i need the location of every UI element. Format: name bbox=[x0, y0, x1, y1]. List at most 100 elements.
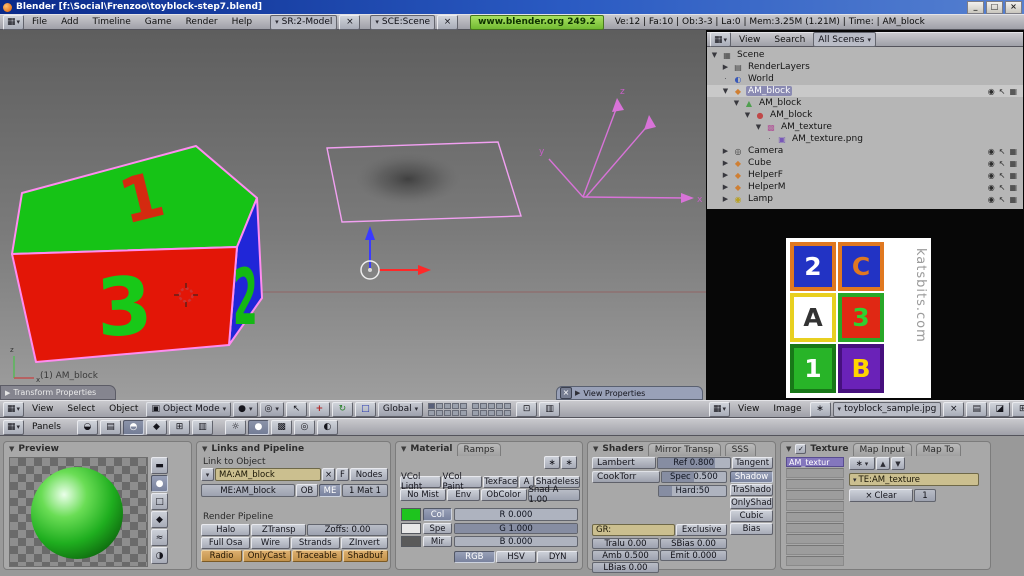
outliner-item-am-block[interactable]: ▼◆AM_block◉↖▦ bbox=[707, 85, 1023, 97]
spe-toggle[interactable]: Spe bbox=[423, 523, 452, 534]
layer-button[interactable] bbox=[496, 403, 503, 409]
lock-button[interactable]: ⊡ bbox=[516, 402, 537, 417]
amb-field[interactable]: Amb 0.500 bbox=[592, 550, 659, 561]
expand-arrow-icon[interactable]: ▶ bbox=[5, 389, 10, 397]
collapse-arrow-icon[interactable]: ▼ bbox=[732, 99, 741, 107]
material-buttons-button[interactable]: ● bbox=[248, 420, 269, 435]
collapse-arrow-icon[interactable]: ▼ bbox=[202, 445, 207, 453]
env-toggle[interactable]: Env bbox=[447, 489, 480, 501]
outliner-item-am-block[interactable]: ▼●AM_block bbox=[707, 109, 1023, 121]
lamp-buttons-button[interactable]: ☼ bbox=[225, 420, 246, 435]
layer-button[interactable] bbox=[444, 403, 451, 409]
menu-image[interactable]: Image bbox=[767, 404, 807, 414]
pack-image-button[interactable]: ▤ bbox=[966, 402, 987, 417]
manipulator-rotate-button[interactable]: ↻ bbox=[332, 402, 353, 417]
shading-context-button[interactable]: ◓ bbox=[123, 420, 144, 435]
layer-button[interactable] bbox=[444, 410, 451, 416]
halo-toggle[interactable]: Halo bbox=[201, 524, 250, 536]
shadow-toggle[interactable]: Shadow bbox=[730, 471, 773, 483]
r-slider[interactable]: R 0.000 bbox=[454, 508, 578, 521]
scene-selector[interactable]: ▾SCE:Scene bbox=[370, 15, 435, 30]
preview-cube-button[interactable]: □ bbox=[151, 493, 168, 510]
texture-channel-empty[interactable] bbox=[786, 501, 844, 511]
ztransp-toggle[interactable]: ZTransp bbox=[251, 524, 306, 536]
layer-button[interactable] bbox=[436, 410, 443, 416]
expand-arrow-icon[interactable]: ▶ bbox=[721, 195, 730, 203]
outliner-item-helperm[interactable]: ▶◆HelperM◉↖▦ bbox=[707, 181, 1023, 193]
rgb-toggle[interactable]: RGB bbox=[454, 551, 495, 563]
blender-version-button[interactable]: www.blender.org 249.2 bbox=[470, 15, 604, 30]
trashado-toggle[interactable]: TraShado bbox=[730, 484, 773, 496]
scene-unlink-button[interactable]: × bbox=[437, 15, 458, 30]
selectability-icon[interactable]: ↖ bbox=[999, 183, 1006, 192]
shadbuf-toggle[interactable]: Shadbuf bbox=[343, 550, 388, 562]
outliner-item-am-texture[interactable]: ▼▩AM_texture bbox=[707, 121, 1023, 133]
paste-material-button[interactable]: ∗ bbox=[561, 456, 577, 469]
empty-helper-object[interactable] bbox=[549, 104, 688, 198]
renderability-icon[interactable]: ▦ bbox=[1009, 159, 1017, 168]
close-icon[interactable]: × bbox=[560, 387, 572, 399]
ob-button[interactable]: OB bbox=[296, 484, 318, 497]
outliner-item-label[interactable]: Cube bbox=[746, 158, 773, 168]
texture-user-count[interactable]: 1 bbox=[914, 489, 936, 502]
zoffs-field[interactable]: Zoffs: 0.00 bbox=[307, 524, 388, 536]
outliner-scope-dropdown[interactable]: All Scenes▾ bbox=[813, 32, 876, 47]
editor-type-button[interactable]: ▦▾ bbox=[3, 15, 24, 30]
texture-channel-empty[interactable] bbox=[786, 512, 844, 522]
radiosity-buttons-button[interactable]: ◎ bbox=[294, 420, 315, 435]
lbias-field[interactable]: LBias 0.00 bbox=[592, 562, 659, 573]
hard-slider[interactable]: Hard:50 bbox=[658, 485, 727, 497]
layer-button[interactable] bbox=[428, 410, 435, 416]
layer-button[interactable] bbox=[488, 410, 495, 416]
onlycast-toggle[interactable]: OnlyCast bbox=[243, 550, 291, 562]
tab-mirror-transp[interactable]: Mirror Transp bbox=[648, 443, 721, 456]
tangent-toggle[interactable]: Tangent bbox=[732, 457, 773, 469]
collapse-arrow-icon[interactable]: ▼ bbox=[401, 445, 406, 453]
world-buttons-button[interactable]: ◐ bbox=[317, 420, 338, 435]
fake-user-button[interactable]: F bbox=[336, 468, 349, 481]
obcolor-toggle[interactable]: ObColor bbox=[481, 489, 527, 501]
visibility-icon[interactable]: ◉ bbox=[988, 147, 995, 156]
exclusive-toggle[interactable]: Exclusive bbox=[676, 524, 727, 536]
expand-arrow-icon[interactable]: ▶ bbox=[721, 159, 730, 167]
spec-slider[interactable]: Spec 0.500 bbox=[661, 471, 727, 483]
outliner-item-label[interactable]: Camera bbox=[746, 146, 785, 156]
channel-down-button[interactable]: ▼ bbox=[891, 457, 905, 470]
expand-arrow-icon[interactable]: ▶ bbox=[721, 147, 730, 155]
tab-map-input[interactable]: Map Input bbox=[853, 443, 912, 456]
outliner-item-am-block[interactable]: ▼▲AM_block bbox=[707, 97, 1023, 109]
tralu-field[interactable]: Tralu 0.00 bbox=[592, 538, 659, 549]
layer-button[interactable] bbox=[460, 403, 467, 409]
texture-channel-empty[interactable] bbox=[786, 534, 844, 544]
specular-shader-dropdown[interactable]: CookTorr bbox=[592, 471, 660, 483]
wire-toggle[interactable]: Wire bbox=[251, 537, 289, 549]
clear-texture-button[interactable]: ×Clear bbox=[849, 489, 913, 502]
nodes-button[interactable]: Nodes bbox=[350, 468, 388, 481]
menu-file[interactable]: File bbox=[26, 17, 53, 27]
renderability-icon[interactable]: ▦ bbox=[1009, 171, 1017, 180]
outliner-item-label[interactable]: Lamp bbox=[746, 194, 775, 204]
editing-context-button[interactable]: ⊞ bbox=[169, 420, 190, 435]
radio-toggle[interactable]: Radio bbox=[201, 550, 242, 562]
manipulator-x-arrowhead[interactable] bbox=[418, 265, 431, 275]
onlyshad-toggle[interactable]: OnlyShad bbox=[730, 497, 773, 509]
tab-ramps[interactable]: Ramps bbox=[457, 443, 502, 456]
renderability-icon[interactable]: ▦ bbox=[1009, 87, 1017, 96]
collapse-arrow-icon[interactable]: ▼ bbox=[786, 445, 791, 453]
expand-arrow-icon[interactable]: ▶ bbox=[721, 63, 730, 71]
cubic-toggle[interactable]: Cubic bbox=[730, 510, 773, 522]
editor-type-button[interactable]: ▦▾ bbox=[3, 420, 24, 435]
collapse-arrow-icon[interactable]: ▼ bbox=[721, 87, 730, 95]
no-mist-toggle[interactable]: No Mist bbox=[400, 489, 446, 501]
selectability-icon[interactable]: ↖ bbox=[999, 159, 1006, 168]
emit-field[interactable]: Emit 0.000 bbox=[660, 550, 727, 561]
renderability-icon[interactable]: ▦ bbox=[1009, 195, 1017, 204]
selectability-icon[interactable]: ↖ bbox=[999, 171, 1006, 180]
vcol-paint-toggle[interactable]: VCol Paint bbox=[442, 476, 483, 488]
3d-viewport[interactable]: z y x 1 2 3 bbox=[0, 30, 706, 400]
manipulator-translate-button[interactable]: + bbox=[309, 402, 330, 417]
copy-material-button[interactable]: ∗ bbox=[544, 456, 560, 469]
menu-help[interactable]: Help bbox=[226, 17, 259, 27]
transform-manipulator[interactable] bbox=[361, 226, 431, 279]
visibility-icon[interactable]: ◉ bbox=[988, 87, 995, 96]
